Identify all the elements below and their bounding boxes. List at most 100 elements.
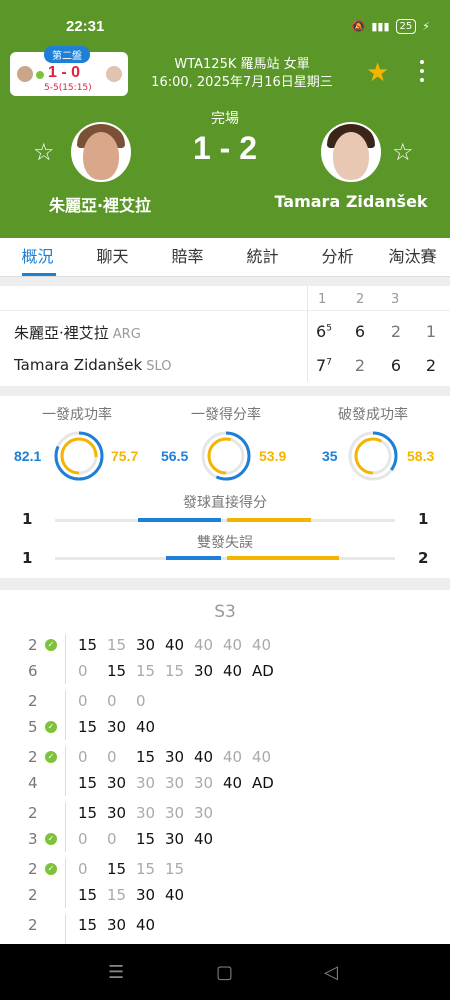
pbp-game-row: 2 6 ✓ 15 15 30 40 40 40 40 0 15 15 15 30 40 AD [0,632,450,688]
tab-chat[interactable]: 聊天 [75,238,150,276]
pbp-point: 15 [136,662,156,680]
pbp-point: 0 [78,692,88,710]
pbp-point: 40 [136,718,156,736]
stat-title-double-faults: 雙發失誤 [197,535,253,551]
pbp-games-p2: 6 [28,662,38,680]
pbp-point: 30 [165,830,185,848]
pbp-point: 15 [107,662,127,680]
stat-p1-break-points: 35 [322,448,338,464]
game-winner-check-icon: ✓ [45,863,57,875]
p1-set1: 65 [316,322,332,341]
pbp-point: 30 [194,662,214,680]
pbp-point: 30 [107,916,127,934]
pbp-point: 0 [107,692,117,710]
pbp-point: 15 [136,860,156,878]
aces-bar-p2 [227,518,311,522]
pbp-point: 40 [194,830,214,848]
pbp-games-p1: 2 [28,860,38,878]
stat-title-first-serve-won: 一發得分率 [191,407,261,423]
pbp-games-p1: 2 [28,636,38,654]
divider [65,634,66,684]
player1-follow-star-icon[interactable]: ☆ [33,138,55,166]
divider [65,802,66,852]
event-title: WTA125K 羅馬站 女單 [174,57,310,72]
menu-icon[interactable]: ☰ [108,962,124,983]
stat-p1-first-serve-won: 56.5 [161,448,189,464]
pbp-point: 30 [194,804,214,822]
match-header: 22:31 🔕 ▮▮▮ 25 ⚡ 第二盤 1 - 0 5-5(15:15) WT… [0,0,450,238]
pbp-game-row: 2 4 ✓ 0 0 15 30 40 40 40 15 30 30 30 30 40 AD [0,744,450,800]
set-header-2: 2 [356,292,365,307]
match-status: 完場 [211,111,239,127]
player2-follow-star-icon[interactable]: ☆ [392,138,414,166]
pbp-point: 40 [223,662,243,680]
tab-knockout[interactable]: 淘汰賽 [375,238,450,276]
pbp-point: AD [252,662,274,680]
pbp-point: 30 [194,774,214,792]
point-by-point: S3 2 6 ✓ 15 15 30 40 40 40 40 0 15 15 15 30 40 AD 2 5 ✓ 0 0 0 1… [0,594,450,944]
pbp-point: 40 [165,886,185,904]
pbp-point: 15 [78,916,98,934]
pbp-point: 15 [78,718,98,736]
game-winner-check-icon: ✓ [45,639,57,651]
charging-icon: ⚡ [422,20,430,33]
p1-set2: 6 [354,322,366,341]
divider [65,858,66,908]
stats-summary: 一發成功率 一發得分率 破發成功率 82.1 75.7 56.5 53.9 35… [0,396,450,576]
player2-row: Tamara Zidanšek SLO [14,356,171,374]
mini-scoreboard[interactable]: 第二盤 1 - 0 5-5(15:15) [10,46,128,96]
match-score: 1 - 2 [192,130,258,166]
player2-name[interactable]: Tamara Zidanšek [271,192,431,211]
favorite-star-icon[interactable]: ★ [366,58,389,88]
system-nav-bar: ☰ ▢ ◁ [0,944,450,1000]
pbp-point: 0 [78,860,88,878]
pbp-points-p2: 0 0 15 30 40 [78,830,223,848]
pbp-points-p2: 15 15 30 40 [78,886,194,904]
tab-stats[interactable]: 統計 [225,238,300,276]
pbp-point: 40 [194,636,214,654]
player2-avatar[interactable] [321,122,381,182]
pbp-points-p1: 15 30 30 30 30 [78,804,223,822]
aces-bar-p1 [138,518,221,522]
pbp-points-p1: 15 30 40 [78,916,165,934]
pbp-point: 0 [78,830,88,848]
double-faults-bar-p1 [166,556,221,560]
p2-set1: 77 [316,356,332,375]
tab-analysis[interactable]: 分析 [300,238,375,276]
pbp-games-p1: 2 [28,748,38,766]
more-menu-icon[interactable] [420,60,424,87]
serving-icon [36,71,44,79]
tab-odds[interactable]: 賠率 [150,238,225,276]
player1-name[interactable]: 朱麗亞·裡艾拉 [20,192,180,216]
pbp-game-row: 21✓153040000 [0,912,450,944]
player2-mini-avatar [106,66,122,82]
pbp-points-p2: 15 30 30 30 30 40 AD [78,774,281,792]
ring-chart-first-serve-in [54,431,104,481]
pbp-point: 40 [223,774,243,792]
player1-row-name: 朱麗亞·裡艾拉 [14,324,109,342]
stat-p1-first-serve-in: 82.1 [14,448,42,464]
pbp-point: 15 [107,860,127,878]
pbp-point: 15 [78,774,98,792]
tab-overview[interactable]: 概況 [0,238,75,276]
player2-row-name: Tamara Zidanšek [14,356,143,374]
status-bar: 22:31 🔕 ▮▮▮ 25 ⚡ [0,14,450,42]
divider [65,746,66,796]
player1-avatar[interactable] [71,122,131,182]
pbp-points-p2: 0 15 15 15 30 40 AD [78,662,281,680]
stat-title-break-points: 破發成功率 [338,407,408,423]
pbp-point: 40 [223,636,243,654]
stat-title-first-serve-in: 一發成功率 [42,407,112,423]
p2-set2: 2 [354,356,366,375]
pbp-point: 40 [252,636,272,654]
pbp-games-p1: 2 [28,916,38,934]
pbp-points-p1: 15 15 30 40 40 40 40 [78,636,281,654]
back-icon[interactable]: ◁ [324,962,338,983]
pbp-points-p1: 0 0 15 30 40 40 40 [78,748,281,766]
pbp-games-p2: 3 [28,830,38,848]
home-icon[interactable]: ▢ [216,962,233,983]
pbp-point: 30 [136,886,156,904]
divider [307,286,308,382]
set-badge: 第二盤 [44,46,90,63]
status-time: 22:31 [66,18,105,35]
